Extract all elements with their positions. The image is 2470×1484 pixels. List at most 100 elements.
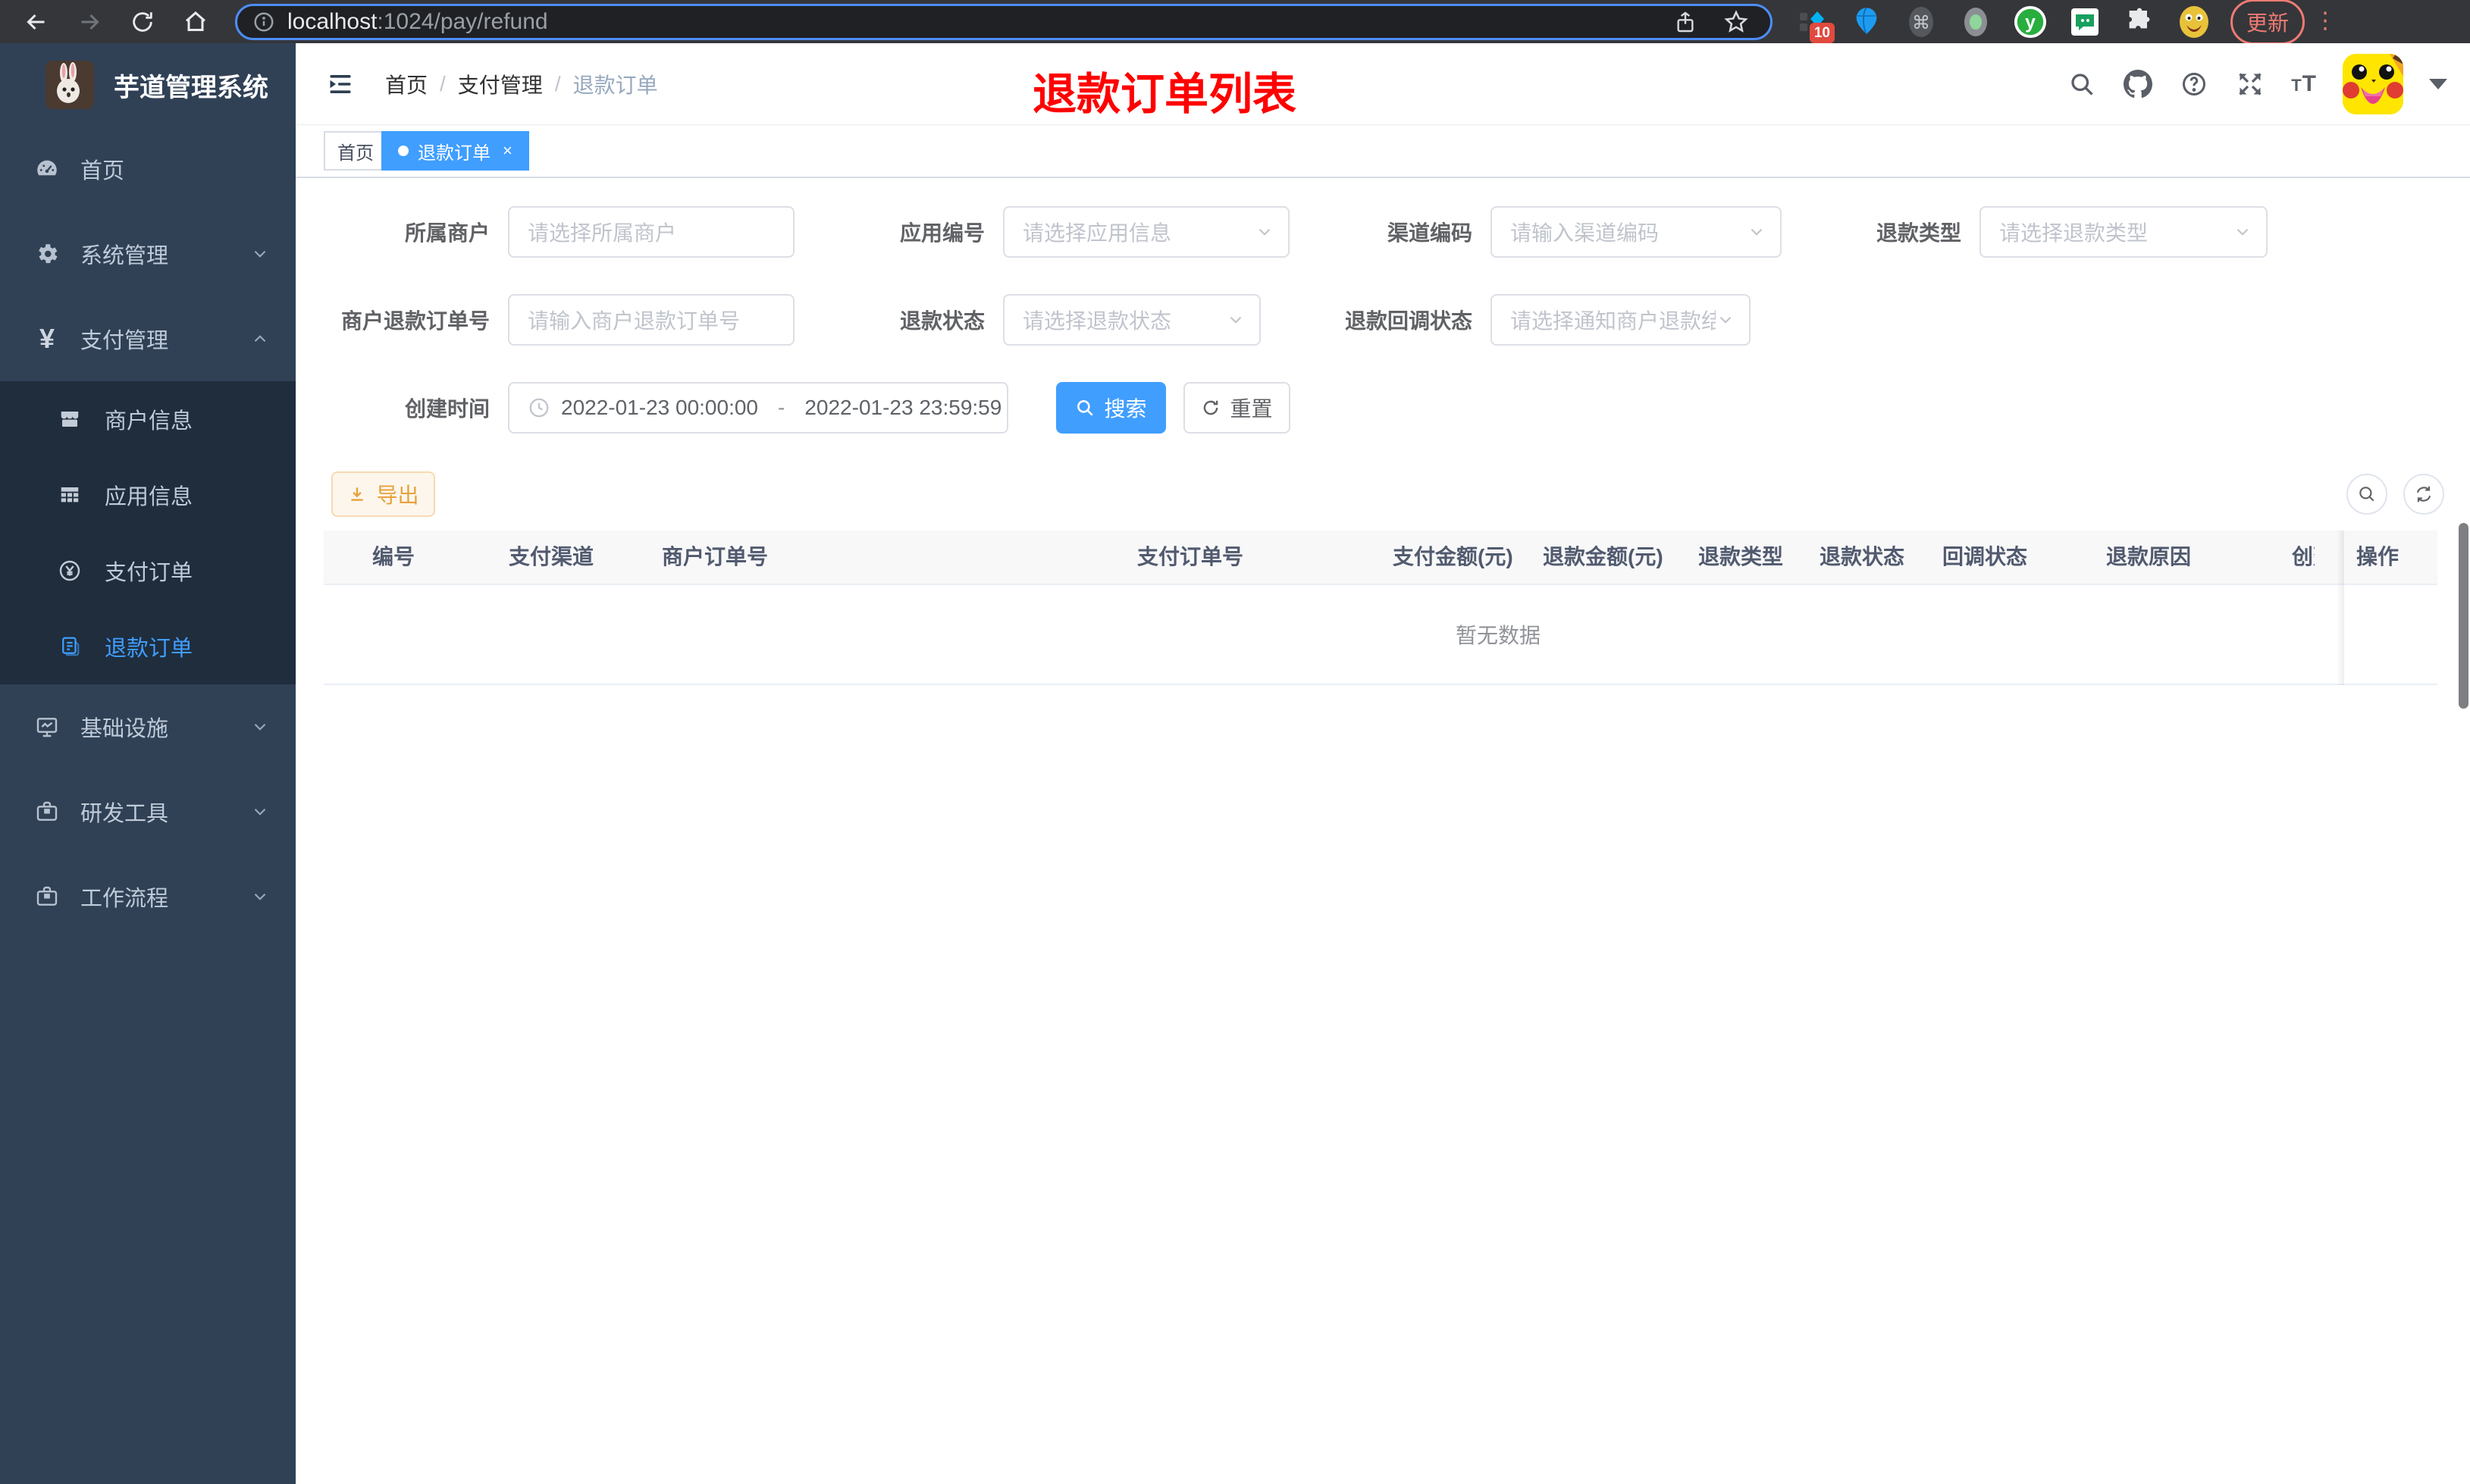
col-header-refund-type: 退款类型 [1698, 545, 1784, 568]
refund-status-select[interactable]: 请选择退款状态 [1003, 294, 1261, 346]
export-button[interactable]: 导出 [331, 471, 435, 517]
browser-reload-button[interactable] [126, 5, 159, 39]
user-avatar[interactable] [2343, 54, 2403, 114]
font-size-icon[interactable]: TT [2291, 71, 2317, 97]
tab-close-icon[interactable]: × [503, 141, 512, 161]
site-info-icon[interactable] [252, 11, 275, 33]
breadcrumb: 首页 / 支付管理 / 退款订单 [385, 43, 658, 125]
refund-type-select[interactable]: 请选择退款类型 [1979, 206, 2268, 258]
filter-app: 应用编号 请选择应用信息 [836, 206, 1290, 258]
refresh-table-button[interactable] [2403, 474, 2444, 515]
sidebar-item-label: 商户信息 [105, 409, 193, 434]
filter-label: 退款类型 [1876, 221, 1961, 245]
sidebar-item-system[interactable]: 系统管理 [0, 211, 296, 296]
emoji-face-glyph [2180, 5, 2208, 38]
extension-command-icon[interactable]: ⌘ [1904, 5, 1938, 39]
extension-chat-icon[interactable] [2068, 5, 2102, 39]
placeholder-text: 请选择退款状态 [1023, 309, 1172, 333]
browser-update-button[interactable]: 更新 [2230, 0, 2305, 45]
main-area: 首页 / 支付管理 / 退款订单 退款订单列表 TT 首页 退款订单 × 所属商… [296, 43, 2470, 1484]
filter-label: 退款回调状态 [1344, 309, 1472, 333]
share-icon[interactable] [1673, 10, 1697, 34]
sidebar-item-infra[interactable]: 基础设施 [0, 684, 296, 769]
dashboard-icon [32, 156, 62, 182]
sidebar-item-pay[interactable]: ¥ 支付管理 [0, 296, 296, 381]
browser-forward-button[interactable] [73, 5, 106, 39]
col-header-refund-reason: 退款原因 [2106, 545, 2192, 568]
reset-button-label: 重置 [1230, 397, 1273, 421]
fixed-column-shadow [2337, 531, 2344, 685]
sidebar-collapse-button[interactable] [326, 70, 355, 98]
browser-back-button[interactable] [20, 5, 53, 39]
filter-merchant: 所属商户 请选择所属商户 [341, 206, 795, 258]
navbar-actions: TT [2067, 43, 2447, 125]
search-icon [1077, 400, 1094, 416]
yen-icon: ¥ [39, 323, 55, 354]
app-select[interactable]: 请选择应用信息 [1003, 206, 1290, 258]
merchant-select[interactable]: 请选择所属商户 [508, 206, 795, 258]
extension-tampermonkey-icon[interactable]: 10 [1795, 5, 1835, 43]
notify-status-select[interactable]: 请选择通知商户退款结果 [1490, 294, 1751, 346]
browser-home-button[interactable] [179, 5, 212, 39]
url-text: localhost:1024/pay/refund [287, 8, 548, 34]
browser-menu-button[interactable]: ⋮ [2314, 10, 2337, 32]
tab-home[interactable]: 首页 [324, 131, 387, 171]
sidebar-item-label: 首页 [80, 159, 125, 183]
date-end-value: 2022-01-23 23:59:59 [804, 396, 1002, 419]
forward-arrow-icon [81, 14, 99, 30]
shop-icon [56, 408, 83, 430]
fullscreen-icon[interactable] [2235, 69, 2265, 99]
toggle-search-button[interactable] [2346, 474, 2387, 515]
content: 所属商户 请选择所属商户 应用编号 请选择应用信息 渠道编码 请输入渠道编码 退… [296, 178, 2470, 1484]
app-title: 芋道管理系统 [114, 73, 268, 102]
date-range-picker[interactable]: 2022-01-23 00:00:00 - 2022-01-23 23:59:5… [508, 382, 1008, 434]
chevron-down-icon [250, 802, 270, 822]
tab-refund-order[interactable]: 退款订单 × [381, 131, 529, 171]
breadcrumb-pay[interactable]: 支付管理 [458, 69, 543, 99]
sidebar-item-workflow[interactable]: 工作流程 [0, 854, 296, 939]
search-button[interactable]: 搜索 [1056, 382, 1166, 434]
avatar-caret-icon[interactable] [2429, 79, 2447, 89]
address-bar[interactable]: localhost:1024/pay/refund [235, 3, 1773, 40]
placeholder-text: 请输入渠道编码 [1510, 221, 1660, 245]
filter-merchant-refund-no: 商户退款订单号 请输入商户退款订单号 [296, 294, 795, 346]
command-glyph: ⌘ [1909, 6, 1933, 37]
reset-button[interactable]: 重置 [1183, 382, 1290, 434]
chevron-down-icon [250, 244, 270, 264]
export-button-label: 导出 [376, 484, 419, 507]
help-icon[interactable] [2179, 69, 2209, 99]
extension-y-icon[interactable]: y [2014, 5, 2047, 39]
sidebar-item-pay-order[interactable]: 支付订单 [0, 533, 296, 609]
merchant-refund-no-input[interactable]: 请输入商户退款订单号 [508, 294, 795, 346]
extensions-puzzle-icon[interactable] [2123, 5, 2156, 39]
sidebar-item-refund-order[interactable]: 退款订单 [0, 609, 296, 684]
briefcase-icon [32, 884, 62, 909]
date-start-value: 2022-01-23 00:00:00 [561, 396, 758, 419]
sidebar-item-app-info[interactable]: 应用信息 [0, 457, 296, 533]
placeholder-text: 请选择所属商户 [528, 221, 677, 245]
placeholder-text: 请选择通知商户退款结果 [1510, 309, 1716, 333]
breadcrumb-separator: / [554, 72, 561, 95]
channel-select[interactable]: 请输入渠道编码 [1490, 206, 1782, 258]
table-header-row: 编号 支付渠道 商户订单号 支付订单号 支付金额(元) 退款金额(元) 退款类型… [324, 531, 2437, 585]
chevron-down-icon [1226, 310, 1246, 330]
github-icon[interactable] [2123, 69, 2153, 99]
extension-emoji-avatar[interactable] [2177, 5, 2211, 39]
browser-toolbar: localhost:1024/pay/refund 10 ⌘ y 更新 ⋮ [0, 0, 2470, 45]
sidebar-item-home[interactable]: 首页 [0, 127, 296, 211]
vertical-scrollbar[interactable] [2459, 523, 2468, 709]
extension-recorder-icon[interactable] [1959, 5, 1992, 39]
search-button-label: 搜索 [1104, 397, 1147, 421]
breadcrumb-home[interactable]: 首页 [385, 69, 428, 99]
extension-balloon-icon[interactable] [1850, 5, 1883, 39]
sidebar-item-merchant-info[interactable]: 商户信息 [0, 381, 296, 457]
bookmark-star-icon[interactable] [1723, 9, 1749, 35]
sidebar-item-label: 研发工具 [80, 802, 169, 826]
yen-circle-icon [56, 559, 83, 583]
header-search-icon[interactable] [2067, 69, 2097, 99]
briefcase-icon [32, 800, 62, 824]
sidebar-logo[interactable]: 芋道管理系统 [0, 43, 296, 127]
sidebar-item-dev-tools[interactable]: 研发工具 [0, 769, 296, 854]
sidebar-item-label: 退款订单 [105, 637, 193, 661]
col-header-refund-status: 退款状态 [1820, 545, 1905, 568]
